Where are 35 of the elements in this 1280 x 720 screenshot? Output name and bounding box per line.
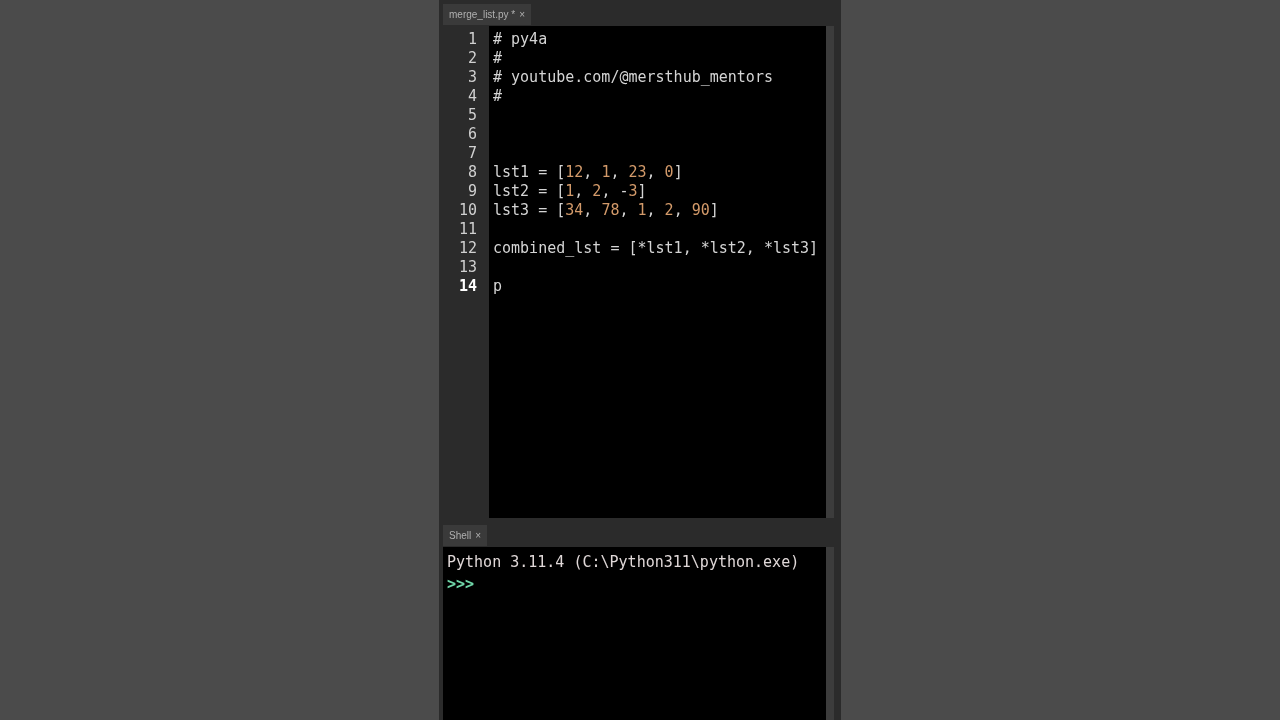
code-editor[interactable]: # py4a # # youtube.com/@mersthub_mentors # lst1 = [12, 1, 23, 0] lst2 = [1, 2, -3] lst3 = [34, 78, 1, 2, 90] combined_lst = [*lst1, *lst2, *lst3] p: [489, 26, 826, 518]
shell-console[interactable]: Python 3.11.4 (C:\Python311\python.exe) >>>: [443, 547, 826, 720]
line-number: 14: [458, 277, 477, 295]
code-line: #: [493, 87, 503, 105]
code-line: lst2 = [1, 2, -3]: [493, 182, 647, 200]
tab-title: merge_list.py *: [449, 8, 516, 22]
code-line: #: [493, 49, 503, 67]
code-line: p: [493, 277, 503, 295]
code-line: # youtube.com/@mersthub_mentors: [493, 68, 773, 86]
close-button[interactable]: ×: [519, 7, 525, 22]
line-number: 8: [467, 163, 477, 181]
scrollbar[interactable]: [826, 26, 834, 518]
line-number: 12: [458, 239, 477, 257]
line-number: 6: [467, 125, 477, 143]
line-number: 4: [467, 87, 477, 105]
line-number: 1: [467, 30, 477, 48]
shell-tab[interactable]: Shell ×: [443, 525, 488, 546]
code-line: lst1 = [12, 1, 23, 0]: [493, 163, 683, 181]
scrollbar[interactable]: [826, 547, 834, 720]
line-number: 7: [467, 144, 477, 162]
line-number: 11: [458, 220, 477, 238]
shell-output: Python 3.11.4 (C:\Python311\python.exe): [447, 553, 800, 571]
line-number: 2: [467, 49, 477, 67]
code-line: combined_lst = [*lst1, *lst2, *lst3]: [493, 239, 819, 257]
line-number: 10: [458, 201, 477, 219]
code-line: lst3 = [34, 78, 1, 2, 90]: [493, 201, 719, 219]
line-number: 13: [458, 258, 477, 276]
shell-prompt: >>>: [447, 575, 475, 593]
close-button[interactable]: ×: [475, 528, 482, 543]
tab-title: Shell: [449, 529, 472, 543]
code-line: # py4a: [493, 30, 548, 48]
line-number: 3: [467, 68, 477, 86]
editor-tab[interactable]: merge_list.py * ×: [443, 4, 531, 25]
line-number: 9: [467, 182, 477, 200]
line-number: 5: [467, 106, 477, 124]
